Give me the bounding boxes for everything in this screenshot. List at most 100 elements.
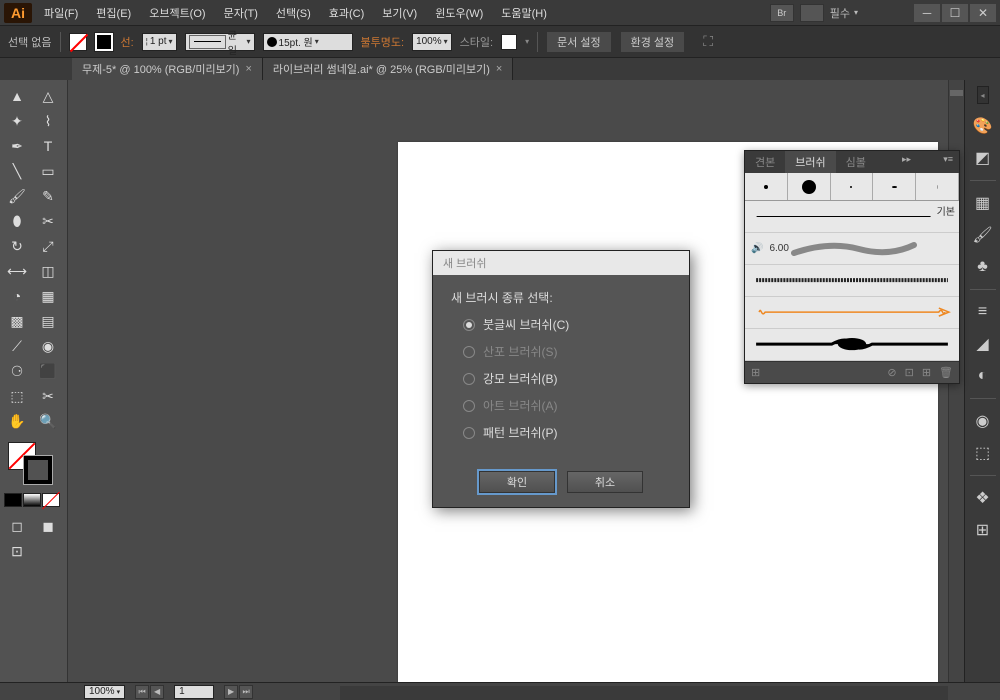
brushes-panel-icon[interactable]: 🖌 <box>969 221 997 249</box>
color-mode-gradient[interactable] <box>23 493 41 507</box>
panel-tab-swatches[interactable]: 견본 <box>745 151 785 173</box>
zoom-tool[interactable]: 🔍 <box>33 409 63 433</box>
last-artboard-button[interactable]: ⏭ <box>239 685 253 699</box>
pencil-tool[interactable]: ✎ <box>33 184 63 208</box>
eyedropper-tool[interactable]: ⟋ <box>2 334 32 358</box>
screen-mode-full[interactable]: ◼ <box>33 514 63 538</box>
document-setup-button[interactable]: 문서 설정 <box>546 31 612 53</box>
mesh-tool[interactable]: ▩ <box>2 309 32 333</box>
paintbrush-tool[interactable]: 🖌 <box>2 184 32 208</box>
menu-effect[interactable]: 효과(C) <box>321 1 373 25</box>
width-tool[interactable]: ⟷ <box>2 259 32 283</box>
line-tool[interactable]: ╲ <box>2 159 32 183</box>
first-artboard-button[interactable]: ⏮ <box>135 685 149 699</box>
stroke-panel-icon[interactable]: ≡ <box>969 298 997 326</box>
stroke-weight-combo[interactable]: ¦1 pt▾ <box>142 33 177 51</box>
pen-tool[interactable]: ✒ <box>2 134 32 158</box>
menu-file[interactable]: 파일(F) <box>36 1 86 25</box>
menu-edit[interactable]: 편집(E) <box>88 1 139 25</box>
variable-width-combo[interactable]: 균일▾ <box>185 33 255 51</box>
dialog-title[interactable]: 새 브러쉬 <box>433 251 689 275</box>
ok-button[interactable]: 확인 <box>479 471 555 493</box>
direct-selection-tool[interactable]: △ <box>33 84 63 108</box>
preferences-button[interactable]: 환경 설정 <box>620 31 686 53</box>
panel-menu-icon[interactable]: ▾≡ <box>937 151 959 173</box>
minimize-button[interactable]: ─ <box>914 4 940 22</box>
color-guide-panel-icon[interactable]: ◩ <box>969 144 997 172</box>
delete-brush-icon[interactable]: 🗑 <box>939 366 953 379</box>
fill-stroke-control[interactable] <box>2 440 65 490</box>
stroke-swatch[interactable] <box>95 33 113 51</box>
swatches-panel-icon[interactable]: ▦ <box>969 189 997 217</box>
stroke-label[interactable]: 선: <box>121 34 134 50</box>
next-artboard-button[interactable]: ▶ <box>224 685 238 699</box>
isolate-mask-icon[interactable]: ⛶ <box>693 30 723 54</box>
menu-help[interactable]: 도움말(H) <box>493 1 555 25</box>
rectangle-tool[interactable]: ▭ <box>33 159 63 183</box>
horizontal-scrollbar[interactable] <box>340 686 948 700</box>
tab-close-icon[interactable]: × <box>245 63 251 75</box>
color-panel-icon[interactable]: 🎨 <box>969 112 997 140</box>
brush-item-basic[interactable]: 기본 <box>745 201 959 233</box>
brush-item-arrow[interactable] <box>745 297 959 329</box>
brush-item-calligraphic[interactable]: 🔊 6.00 <box>745 233 959 265</box>
radio-bristle-brush[interactable]: 강모 브러쉬(B) <box>463 370 671 387</box>
brush-tip-2[interactable] <box>788 173 831 200</box>
graphic-styles-panel-icon[interactable]: ⬚ <box>969 439 997 467</box>
prev-artboard-button[interactable]: ◀ <box>150 685 164 699</box>
stroke-color-icon[interactable] <box>24 456 52 484</box>
gradient-panel-icon[interactable]: ◢ <box>969 330 997 358</box>
magic-wand-tool[interactable]: ✦ <box>2 109 32 133</box>
shape-builder-tool[interactable]: ◔ <box>2 284 32 308</box>
symbol-sprayer-tool[interactable]: ⚆ <box>2 359 32 383</box>
radio-calligraphic-brush[interactable]: 붓글씨 브러쉬(C) <box>463 316 671 333</box>
rotate-tool[interactable]: ↻ <box>2 234 32 258</box>
brush-item-rough[interactable] <box>745 265 959 297</box>
zoom-combo[interactable]: 100% ▾ <box>84 685 125 699</box>
document-tab-2[interactable]: 라이브러리 썸네일.ai* @ 25% (RGB/미리보기) × <box>263 58 513 80</box>
new-brush-icon[interactable]: ⊞ <box>922 366 931 379</box>
workspace-switcher[interactable]: 필수▾ <box>830 5 858 21</box>
cancel-button[interactable]: 취소 <box>567 471 643 493</box>
selection-tool[interactable]: ▲ <box>2 84 32 108</box>
menu-select[interactable]: 선택(S) <box>268 1 319 25</box>
graph-tool[interactable]: ⬛ <box>33 359 63 383</box>
perspective-tool[interactable]: ▦ <box>33 284 63 308</box>
brush-item-ornament[interactable] <box>745 329 959 361</box>
bridge-button[interactable]: Br <box>770 4 794 22</box>
scale-tool[interactable]: ⤢ <box>33 234 63 258</box>
hand-tool[interactable]: ✋ <box>2 409 32 433</box>
gradient-tool[interactable]: ▤ <box>33 309 63 333</box>
menu-object[interactable]: 오브젝트(O) <box>141 1 213 25</box>
radio-pattern-brush[interactable]: 패턴 브러쉬(P) <box>463 424 671 441</box>
dock-expand-icon[interactable]: ◂ <box>977 86 989 104</box>
menu-type[interactable]: 문자(T) <box>216 1 266 25</box>
close-button[interactable]: ✕ <box>970 4 996 22</box>
eraser-tool[interactable]: ✂ <box>33 209 63 233</box>
artboards-panel-icon[interactable]: ⊞ <box>969 516 997 544</box>
remove-stroke-icon[interactable]: ⊘ <box>887 366 896 379</box>
brush-options-icon[interactable]: ⊡ <box>905 366 914 379</box>
maximize-button[interactable]: ☐ <box>942 4 968 22</box>
brush-definition-combo[interactable]: 15pt. 원▾ <box>263 33 353 51</box>
brush-tip-5[interactable] <box>916 173 959 200</box>
draw-mode-button[interactable]: ⊡ <box>2 539 32 563</box>
artboard-number[interactable]: 1 <box>174 685 214 699</box>
screen-mode-normal[interactable]: ◻ <box>2 514 32 538</box>
fill-swatch[interactable] <box>69 33 87 51</box>
panel-tab-symbols[interactable]: 심볼 <box>836 151 876 173</box>
opacity-label[interactable]: 불투명도: <box>361 34 405 50</box>
brush-tip-1[interactable] <box>745 173 788 200</box>
artboard-tool[interactable]: ⬚ <box>2 384 32 408</box>
arrange-docs-button[interactable] <box>800 4 824 22</box>
transparency-panel-icon[interactable]: ◐ <box>969 362 997 390</box>
style-swatch[interactable] <box>501 34 517 50</box>
panel-tab-brushes[interactable]: 브러쉬 <box>785 151 835 173</box>
opacity-combo[interactable]: 100%▾ <box>412 33 452 51</box>
brush-libraries-icon[interactable]: ⊞ <box>751 366 760 379</box>
layers-panel-icon[interactable]: ❖ <box>969 484 997 512</box>
symbols-panel-icon[interactable]: ♣ <box>969 253 997 281</box>
lasso-tool[interactable]: ⌇ <box>33 109 63 133</box>
color-mode-none[interactable] <box>42 493 60 507</box>
menu-window[interactable]: 윈도우(W) <box>427 1 491 25</box>
